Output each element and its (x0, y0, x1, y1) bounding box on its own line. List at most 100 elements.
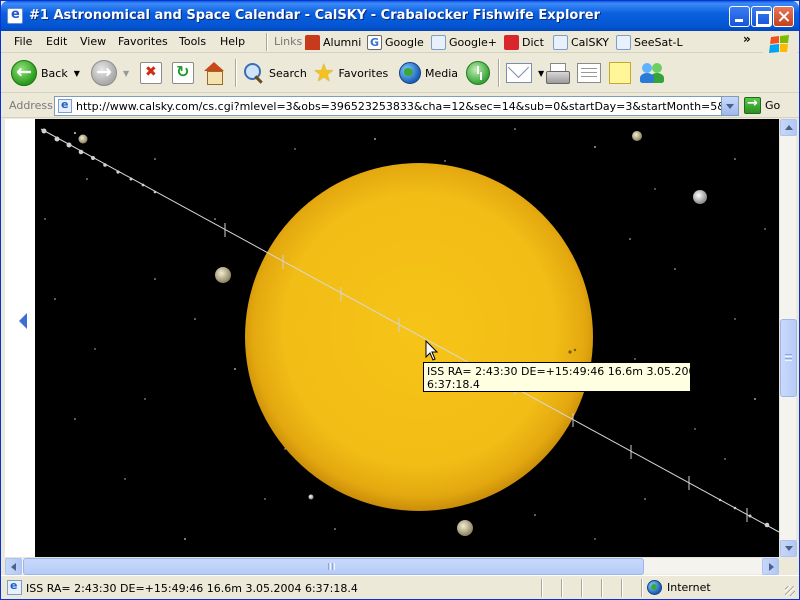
forward-dropdown-icon[interactable]: ▼ (123, 69, 129, 78)
link-label: Google+ (449, 35, 498, 49)
planet (457, 520, 473, 536)
link-label: Google (385, 35, 424, 49)
zone-label: Internet (667, 581, 711, 594)
planet (78, 134, 88, 144)
mouse-cursor-icon (425, 340, 439, 361)
media-label: Media (425, 66, 459, 80)
dict-icon (504, 34, 519, 50)
mail-dropdown-icon[interactable]: ▼ (538, 69, 544, 78)
history-icon (466, 61, 490, 85)
horizontal-scrollbar[interactable] (5, 557, 779, 575)
planet (308, 494, 314, 500)
link-dict[interactable]: Dict (504, 33, 544, 51)
sky-chart-graphic (35, 119, 779, 557)
go-label: Go (765, 99, 781, 112)
menu-view[interactable]: View (80, 35, 106, 48)
links-overflow-chevron[interactable]: » (743, 32, 751, 46)
resize-grip[interactable] (785, 586, 795, 596)
vertical-scroll-thumb[interactable] (780, 319, 797, 397)
horizontal-scroll-thumb[interactable] (23, 558, 644, 575)
link-google[interactable]: G Google (367, 33, 424, 51)
note-icon (609, 62, 631, 84)
address-url[interactable]: http://www.calsky.com/cs.cgi?mlevel=3&ob… (76, 100, 721, 113)
menu-separator (266, 33, 268, 51)
scrollbar-corner (779, 557, 796, 574)
address-input[interactable]: http://www.calsky.com/cs.cgi?mlevel=3&ob… (54, 96, 739, 116)
page-content: ISS RA= 2:43:30 DE=+15:49:46 16.6m 3.05.… (5, 119, 779, 557)
search-icon (243, 62, 265, 84)
status-divider (541, 579, 543, 597)
window-title: #1 Astronomical and Space Calendar - Cal… (29, 8, 600, 23)
go-arrow-icon (744, 96, 761, 114)
security-zone[interactable]: Internet (647, 580, 711, 595)
refresh-button[interactable] (172, 59, 194, 87)
scroll-right-button[interactable] (762, 558, 779, 575)
links-label: Links (274, 35, 303, 48)
menu-favorites[interactable]: Favorites (118, 35, 168, 48)
minimize-button[interactable] (729, 6, 750, 27)
left-arrow-icon[interactable] (19, 313, 27, 329)
menu-bar: File Edit View Favorites Tools Help Link… (1, 31, 799, 53)
address-label: Address (9, 99, 53, 112)
ie-page-icon (431, 34, 446, 50)
ie-icon (7, 7, 23, 24)
forward-button[interactable]: ▼ (91, 59, 129, 87)
internet-globe-icon (647, 580, 662, 595)
back-button[interactable]: Back ▼ (11, 59, 80, 87)
ie-page-icon (553, 34, 568, 50)
sunspot (573, 348, 577, 352)
vertical-scrollbar[interactable] (779, 119, 797, 557)
edit-button[interactable] (577, 59, 601, 87)
sky-chart[interactable] (35, 119, 779, 557)
messenger-button[interactable] (640, 59, 666, 87)
favorites-star-icon: ★ (313, 59, 335, 87)
status-divider (561, 579, 563, 597)
menu-edit[interactable]: Edit (46, 35, 67, 48)
scroll-down-button[interactable] (780, 540, 797, 557)
iss-tooltip: ISS RA= 2:43:30 DE=+15:49:46 16.6m 3.05.… (423, 362, 703, 392)
close-button[interactable] (773, 6, 794, 27)
history-button[interactable] (466, 59, 490, 87)
maximize-button[interactable] (751, 6, 772, 27)
scroll-left-button[interactable] (5, 558, 22, 575)
go-button[interactable]: Go (744, 96, 781, 114)
link-google-plus[interactable]: Google+ (431, 33, 497, 51)
ie-page-icon (616, 34, 631, 50)
link-alumni[interactable]: Alumni (305, 33, 361, 51)
link-label: Alumni (323, 35, 362, 49)
status-text: ISS RA= 2:43:30 DE=+15:49:46 16.6m 3.05.… (26, 582, 358, 595)
print-button[interactable] (545, 59, 570, 87)
back-dropdown-icon[interactable]: ▼ (74, 69, 80, 78)
link-label: Dict (522, 35, 544, 49)
link-calsky[interactable]: CalSKY (553, 33, 609, 51)
status-divider (601, 579, 603, 597)
menu-help[interactable]: Help (220, 35, 245, 48)
media-button[interactable]: Media (399, 59, 458, 87)
address-dropdown-icon[interactable] (721, 97, 738, 115)
status-bar: ISS RA= 2:43:30 DE=+15:49:46 16.6m 3.05.… (1, 575, 799, 599)
tooltip-line-2: 6:37:18.4 (427, 378, 480, 391)
menu-file[interactable]: File (14, 35, 32, 48)
favorites-button[interactable]: ★ Favorites (313, 59, 388, 87)
back-label: Back (41, 66, 68, 80)
menu-tools[interactable]: Tools (179, 35, 206, 48)
page-icon (58, 98, 72, 113)
edit-document-icon (577, 63, 601, 83)
scroll-up-button[interactable] (780, 119, 797, 136)
title-bar[interactable]: #1 Astronomical and Space Calendar - Cal… (1, 1, 799, 31)
status-divider (621, 579, 623, 597)
printer-icon (545, 63, 570, 84)
tooltip-line-1: ISS RA= 2:43:30 DE=+15:49:46 16.6m 3.05.… (427, 365, 703, 378)
link-label: CalSKY (571, 35, 610, 49)
home-button[interactable] (202, 59, 226, 87)
search-button[interactable]: Search (243, 59, 307, 87)
status-divider (581, 579, 583, 597)
link-seesat[interactable]: SeeSat-L (616, 33, 683, 51)
mail-button[interactable]: ▼ (506, 59, 544, 87)
planet (215, 267, 231, 283)
refresh-icon (172, 62, 194, 84)
windows-logo-icon (763, 33, 797, 55)
discuss-button[interactable] (609, 59, 631, 87)
google-icon: G (367, 34, 382, 50)
stop-button[interactable] (140, 59, 162, 87)
